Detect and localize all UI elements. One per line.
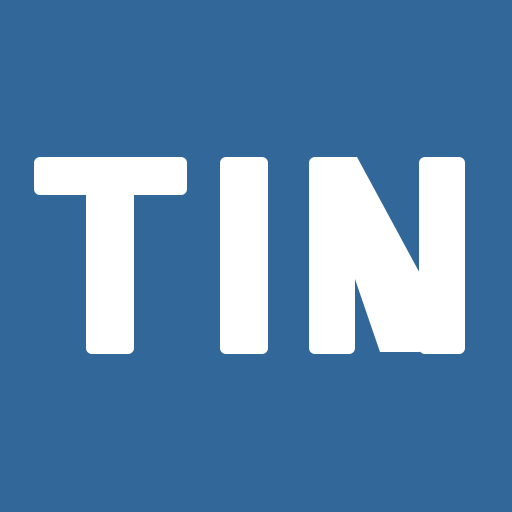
- logo-letter-t: [34, 157, 187, 354]
- logo-tile: TIN: [0, 0, 512, 512]
- logo-mark: [34, 157, 465, 354]
- logo-letter-t-stem: [86, 157, 134, 354]
- logo-letter-i: [220, 157, 268, 354]
- logo-letter-n-right-stem: [419, 157, 465, 354]
- logo-letter-n: [309, 157, 465, 354]
